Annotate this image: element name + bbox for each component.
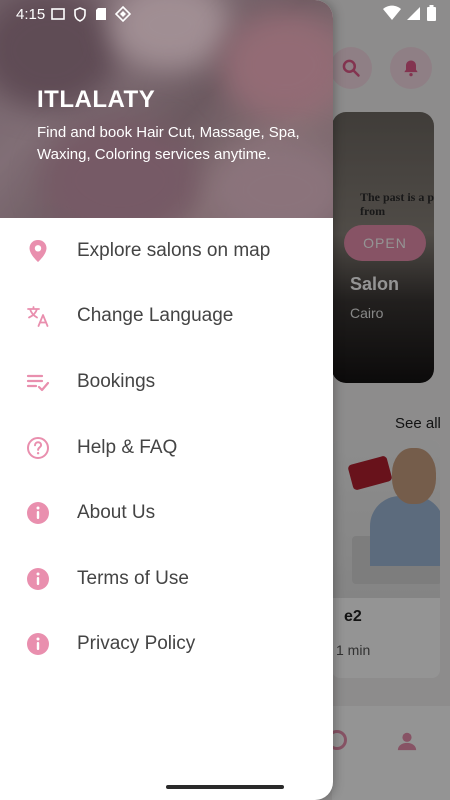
menu-item-label: Change Language (77, 305, 234, 327)
status-time: 4:15 (16, 5, 46, 23)
drawer-menu: Explore salons on map Change Language Bo… (0, 218, 333, 677)
wifi-icon (383, 5, 401, 20)
shield-icon (74, 6, 87, 22)
app-name: ITLALATY (37, 86, 156, 113)
status-bar: 4:15 (0, 0, 450, 28)
diamond-icon (115, 6, 132, 22)
battery-icon (427, 5, 436, 21)
drawer-header: ITLALATY Find and book Hair Cut, Massage… (0, 0, 333, 218)
help-icon (26, 436, 50, 460)
home-indicator[interactable] (166, 785, 284, 789)
menu-item-label: Explore salons on map (77, 239, 271, 261)
screen-icon (51, 8, 66, 20)
bookings-list-icon (26, 370, 50, 394)
menu-item-about-us[interactable]: About Us (0, 480, 333, 546)
signal-icon (407, 6, 420, 20)
info-icon (26, 632, 50, 656)
menu-item-privacy-policy[interactable]: Privacy Policy (0, 612, 333, 678)
menu-item-explore-map[interactable]: Explore salons on map (0, 218, 333, 284)
translate-icon (26, 304, 50, 328)
menu-item-label: Help & FAQ (77, 436, 178, 458)
info-icon (26, 567, 50, 591)
sd-card-icon (96, 8, 107, 20)
navigation-drawer: ITLALATY Find and book Hair Cut, Massage… (0, 0, 333, 800)
menu-item-help-faq[interactable]: Help & FAQ (0, 415, 333, 481)
menu-item-change-language[interactable]: Change Language (0, 284, 333, 350)
menu-item-terms-of-use[interactable]: Terms of Use (0, 546, 333, 612)
location-pin-icon (26, 239, 50, 263)
menu-item-label: About Us (77, 502, 156, 524)
info-icon (26, 501, 50, 525)
app-tagline: Find and book Hair Cut, Massage, Spa, Wa… (37, 124, 300, 163)
menu-item-label: Terms of Use (77, 567, 189, 589)
menu-item-bookings[interactable]: Bookings (0, 349, 333, 415)
menu-item-label: Bookings (77, 370, 156, 392)
menu-item-label: Privacy Policy (77, 633, 196, 655)
